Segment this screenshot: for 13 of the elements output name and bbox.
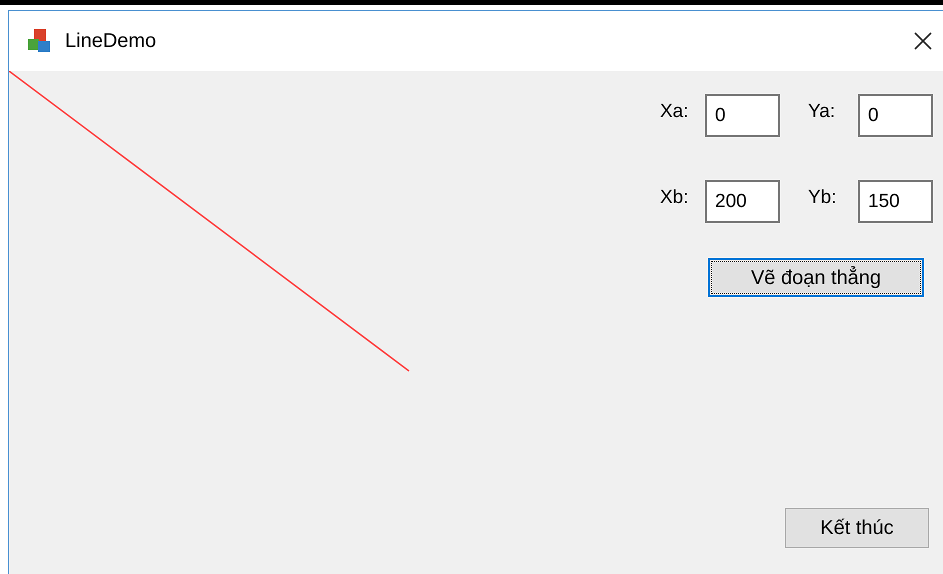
exit-button[interactable]: Kết thúc (785, 508, 929, 548)
coordinate-field[interactable]: 0 (858, 94, 933, 137)
draw-line-button[interactable]: Vẽ đoạn thẳng (708, 258, 924, 297)
field-label: Yb: (808, 186, 838, 210)
close-icon[interactable] (913, 31, 933, 51)
field-label: Ya: (808, 100, 836, 124)
app-icon (25, 27, 53, 55)
field-label: Xa: (660, 100, 690, 124)
coordinate-field[interactable]: 0 (705, 94, 780, 137)
coordinate-field[interactable]: 200 (705, 180, 780, 223)
window-title: LineDemo (65, 29, 156, 54)
field-label: Xb: (660, 186, 690, 210)
coordinate-field[interactable]: 150 (858, 180, 933, 223)
